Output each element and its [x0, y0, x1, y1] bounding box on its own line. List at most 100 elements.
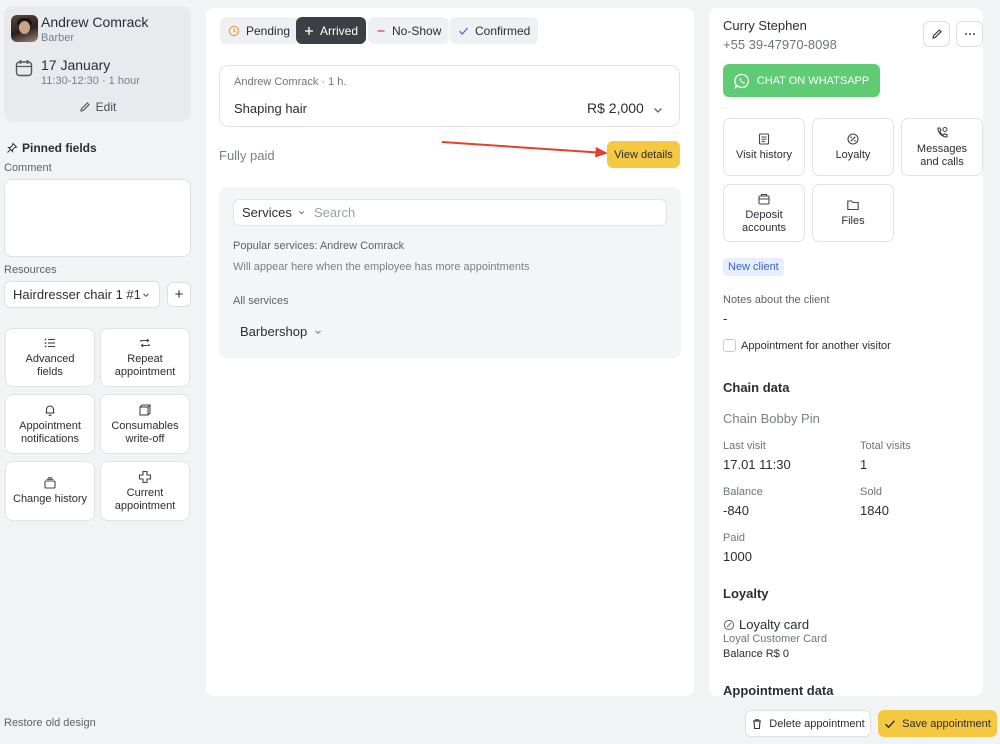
client-notes-label: Notes about the client	[723, 294, 830, 306]
delete-appointment-button[interactable]: Delete appointment	[745, 710, 871, 737]
tile-label: Consumables write-off	[111, 419, 179, 445]
change-history-tile[interactable]: Change history	[5, 461, 95, 521]
appointment-data-title: Appointment data	[723, 683, 834, 698]
plus-cross-icon	[138, 470, 152, 484]
edit-client-button[interactable]	[923, 21, 950, 47]
pinned-fields-header: Pinned fields	[6, 141, 97, 155]
service-card[interactable]: Andrew Comrack · 1 h. Shaping hair R$ 2,…	[219, 65, 680, 127]
status-pending-button[interactable]: Pending	[220, 17, 299, 44]
files-tile[interactable]: Files	[812, 184, 894, 242]
total-visits-value: 1	[860, 457, 868, 472]
deposit-accounts-tile[interactable]: Deposit accounts	[723, 184, 805, 242]
resource-value: Hairdresser chair 1 #1	[13, 287, 141, 302]
balance-value: -840	[723, 503, 750, 518]
client-notes-value[interactable]: -	[723, 311, 727, 326]
resource-select[interactable]: Hairdresser chair 1 #1	[4, 281, 160, 308]
tile-label: Loyalty	[835, 149, 871, 161]
loyalty-icon	[846, 132, 860, 146]
add-resource-button[interactable]: +	[167, 282, 191, 307]
comment-label: Comment	[4, 162, 52, 174]
employee-role: Barber	[41, 32, 75, 44]
paid-value: 1000	[723, 549, 752, 564]
loyalty-card-label: Loyalty card	[739, 617, 810, 632]
status-arrived-button[interactable]: Arrived	[296, 17, 367, 44]
chevron-down-icon	[297, 208, 306, 217]
pinned-fields-label: Pinned fields	[22, 141, 97, 155]
status-no-show-button[interactable]: No-Show	[368, 17, 450, 44]
service-name: Shaping hair	[234, 101, 307, 116]
last-visit-label: Last visit	[723, 440, 766, 452]
loyalty-card-name: Loyal Customer Card	[723, 633, 827, 645]
tile-label: Repeat appointment	[114, 353, 176, 378]
consumables-write-off-tile[interactable]: Consumables write-off	[100, 394, 190, 454]
another-visitor-checkbox[interactable]: Appointment for another visitor	[723, 339, 891, 352]
appointment-date: 17 January	[41, 57, 111, 73]
services-search-input[interactable]	[314, 204, 654, 221]
whatsapp-chat-button[interactable]: CHAT ON WHATSAPP	[723, 64, 880, 97]
tile-label: Change history	[13, 493, 87, 505]
services-search-bar: Services	[233, 199, 667, 226]
chevron-down-icon[interactable]	[652, 104, 664, 116]
checkbox-box[interactable]	[723, 339, 736, 352]
phone-icon	[935, 126, 949, 140]
comment-field[interactable]	[4, 179, 191, 257]
chain-data-title: Chain data	[723, 380, 790, 395]
appointment-notifications-tile[interactable]: Appointment notifications	[5, 394, 95, 454]
messages-and-calls-tile[interactable]: Messages and calls	[901, 118, 983, 176]
chain-name: Chain Bobby Pin	[723, 411, 820, 426]
sold-label: Sold	[860, 486, 883, 498]
view-details-button[interactable]: View details	[607, 141, 680, 168]
save-label: Save appointment	[902, 717, 991, 730]
trash-icon	[751, 718, 763, 730]
tile-label: Current appointment	[114, 486, 176, 512]
tile-label: Files	[841, 215, 865, 227]
clock-icon	[228, 25, 240, 37]
employee-name: Andrew Comrack	[41, 14, 149, 30]
current-appointment-tile[interactable]: Current appointment	[100, 461, 190, 521]
service-price: R$ 2,000	[587, 100, 644, 116]
check-icon	[458, 26, 469, 36]
more-options-button[interactable]	[956, 21, 983, 47]
status-label: Confirmed	[475, 23, 531, 38]
list-icon	[43, 336, 57, 350]
popular-services-hint: Will appear here when the employee has m…	[233, 261, 530, 273]
all-services-label: All services	[233, 295, 289, 307]
tile-label: Visit history	[735, 149, 793, 161]
restore-old-design-link[interactable]: Restore old design	[4, 717, 96, 729]
client-phone[interactable]: +55 39-47970-8098	[723, 37, 837, 52]
plus-icon	[304, 26, 314, 36]
status-confirmed-button[interactable]: Confirmed	[450, 17, 539, 44]
resources-label: Resources	[4, 264, 57, 276]
services-type-label: Services	[242, 205, 292, 220]
save-appointment-button[interactable]: Save appointment	[878, 710, 997, 737]
pencil-icon	[79, 101, 91, 113]
arrow-annotation-icon	[441, 141, 608, 158]
check-icon	[884, 719, 896, 729]
loyalty-icon	[723, 619, 735, 631]
whatsapp-label: CHAT ON WHATSAPP	[756, 74, 870, 87]
whatsapp-icon	[734, 73, 750, 89]
tile-label: Deposit accounts	[741, 208, 787, 234]
pin-icon	[6, 142, 18, 154]
folder-icon	[846, 198, 860, 212]
total-visits-label: Total visits	[860, 440, 911, 452]
repeat-appointment-tile[interactable]: Repeat appointment	[100, 328, 190, 387]
edit-label: Edit	[95, 100, 117, 114]
appointment-time: 11:30-12:30 · 1 hour	[41, 75, 140, 87]
edit-appointment-button[interactable]: Edit	[4, 95, 191, 119]
service-employee-line: Andrew Comrack · 1 h.	[234, 76, 347, 88]
advanced-fields-tile[interactable]: Advanced fields	[5, 328, 95, 387]
loyalty-tile[interactable]: Loyalty	[812, 118, 894, 176]
loyalty-title: Loyalty	[723, 586, 769, 601]
loyalty-card[interactable]: Loyalty card	[723, 617, 809, 632]
box-icon	[138, 403, 152, 417]
balance-label: Balance	[723, 486, 763, 498]
wallet-icon	[757, 192, 771, 206]
status-label: No-Show	[392, 23, 442, 38]
category-barbershop[interactable]: Barbershop	[240, 324, 323, 339]
status-label: Pending	[246, 23, 291, 38]
services-type-dropdown[interactable]: Services	[242, 205, 306, 220]
visit-history-tile[interactable]: Visit history	[723, 118, 805, 176]
client-name[interactable]: Curry Stephen	[723, 18, 807, 33]
delete-label: Delete appointment	[769, 717, 865, 730]
